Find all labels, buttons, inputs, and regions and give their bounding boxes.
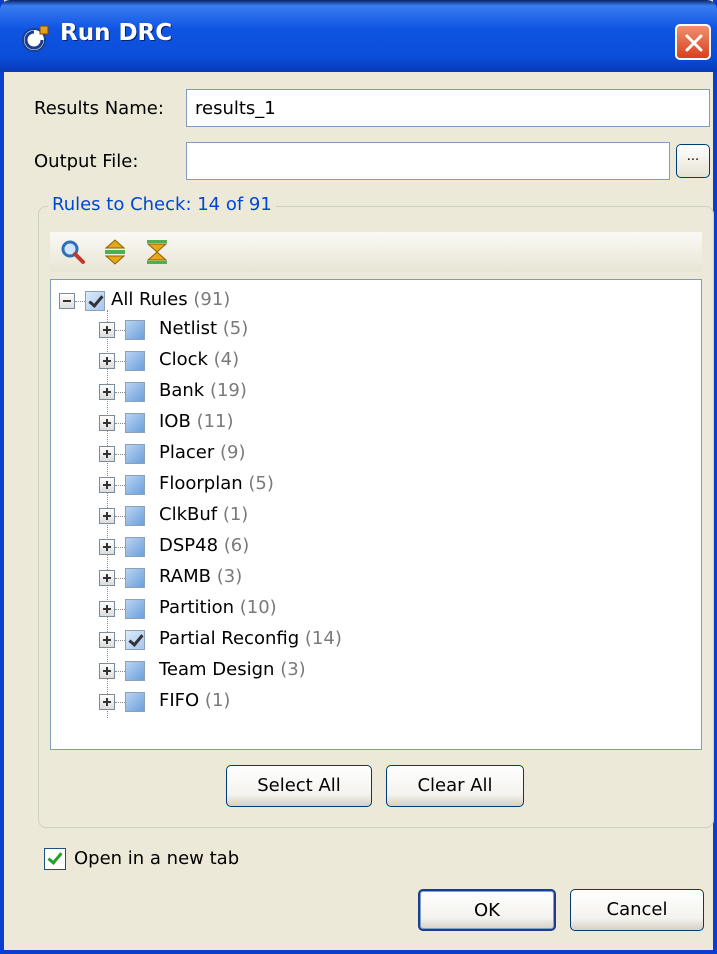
open-new-tab-checkbox[interactable] bbox=[44, 848, 66, 870]
rule-checkbox[interactable] bbox=[125, 599, 145, 619]
ok-button[interactable]: OK bbox=[418, 889, 556, 931]
select-all-button[interactable]: Select All bbox=[226, 765, 372, 807]
expand-all-icon[interactable] bbox=[102, 239, 128, 265]
window-title: Run DRC bbox=[60, 20, 173, 46]
rule-count: (1) bbox=[204, 690, 231, 711]
rule-checkbox[interactable] bbox=[125, 413, 145, 433]
rule-count: (4) bbox=[213, 349, 240, 370]
rule-checkbox[interactable] bbox=[125, 475, 145, 495]
rule-count: (5) bbox=[248, 473, 274, 494]
close-button[interactable] bbox=[675, 24, 711, 60]
rule-checkbox[interactable] bbox=[125, 320, 145, 340]
rules-toolbar bbox=[50, 232, 702, 272]
all-rules-count: (91) bbox=[193, 289, 231, 310]
rule-checkbox[interactable] bbox=[125, 692, 145, 712]
rule-count: (11) bbox=[196, 411, 234, 432]
rule-checkbox[interactable] bbox=[125, 630, 145, 650]
expand-toggle-icon[interactable] bbox=[99, 632, 115, 648]
clear-all-button[interactable]: Clear All bbox=[386, 765, 524, 807]
output-file-label: Output File: bbox=[34, 151, 139, 172]
results-name-input[interactable]: results_1 bbox=[186, 89, 710, 127]
expand-toggle-icon[interactable] bbox=[99, 477, 115, 493]
collapse-all-icon[interactable] bbox=[144, 239, 170, 265]
all-rules-checkbox[interactable] bbox=[85, 291, 105, 311]
all-rules-label: All Rules bbox=[111, 289, 188, 310]
cancel-button[interactable]: Cancel bbox=[570, 889, 704, 931]
expand-toggle-icon[interactable] bbox=[99, 694, 115, 710]
rule-count: (5) bbox=[222, 318, 249, 339]
rule-count: (1) bbox=[222, 504, 249, 525]
rule-count: (6) bbox=[223, 535, 250, 556]
expand-toggle-icon[interactable] bbox=[99, 353, 115, 369]
rule-label: Floorplan bbox=[159, 473, 243, 494]
run-drc-dialog: Run DRC Results Name: results_1 Output F… bbox=[0, 0, 717, 954]
rule-count: (10) bbox=[239, 597, 277, 618]
collapse-toggle-icon[interactable] bbox=[59, 293, 75, 309]
search-icon[interactable] bbox=[60, 239, 86, 265]
rule-label: Partition bbox=[159, 597, 235, 618]
close-icon bbox=[685, 34, 703, 52]
results-name-label: Results Name: bbox=[34, 98, 164, 119]
rule-checkbox[interactable] bbox=[125, 351, 145, 371]
rules-tree[interactable]: All Rules (91) Netlist (5) Clock (4) Ban… bbox=[50, 279, 702, 750]
rule-label: Clock bbox=[159, 349, 208, 370]
expand-toggle-icon[interactable] bbox=[99, 601, 115, 617]
rule-count: (3) bbox=[216, 566, 243, 587]
rule-label: Bank bbox=[159, 380, 205, 401]
rule-label: FIFO bbox=[159, 690, 200, 711]
expand-toggle-icon[interactable] bbox=[99, 570, 115, 586]
rule-label: Partial Reconfig bbox=[159, 628, 300, 649]
rule-count: (19) bbox=[209, 380, 247, 401]
browse-button[interactable]: ... bbox=[676, 144, 710, 178]
rule-checkbox[interactable] bbox=[125, 661, 145, 681]
drc-app-icon bbox=[20, 24, 52, 54]
output-file-input[interactable] bbox=[186, 142, 670, 180]
expand-toggle-icon[interactable] bbox=[99, 415, 115, 431]
rule-label: IOB bbox=[159, 411, 191, 432]
expand-toggle-icon[interactable] bbox=[99, 384, 115, 400]
title-bar[interactable]: Run DRC bbox=[0, 0, 717, 72]
rule-label: Placer bbox=[159, 442, 215, 463]
rule-count: (9) bbox=[220, 442, 246, 463]
open-new-tab-label: Open in a new tab bbox=[74, 848, 240, 869]
rules-group-title: Rules to Check: 14 of 91 bbox=[48, 194, 276, 215]
rule-label: DSP48 bbox=[159, 535, 219, 556]
rule-label: Team Design bbox=[159, 659, 275, 680]
expand-toggle-icon[interactable] bbox=[99, 446, 115, 462]
expand-toggle-icon[interactable] bbox=[99, 322, 115, 338]
rule-checkbox[interactable] bbox=[125, 537, 145, 557]
rule-count: (14) bbox=[304, 628, 342, 649]
rule-checkbox[interactable] bbox=[125, 444, 145, 464]
expand-toggle-icon[interactable] bbox=[99, 539, 115, 555]
expand-toggle-icon[interactable] bbox=[99, 663, 115, 679]
rule-label: ClkBuf bbox=[159, 504, 218, 525]
rule-checkbox[interactable] bbox=[125, 506, 145, 526]
rule-checkbox[interactable] bbox=[125, 382, 145, 402]
rule-checkbox[interactable] bbox=[125, 568, 145, 588]
expand-toggle-icon[interactable] bbox=[99, 508, 115, 524]
rule-count: (3) bbox=[280, 659, 306, 680]
rule-label: RAMB bbox=[159, 566, 211, 587]
rule-label: Netlist bbox=[159, 318, 218, 339]
